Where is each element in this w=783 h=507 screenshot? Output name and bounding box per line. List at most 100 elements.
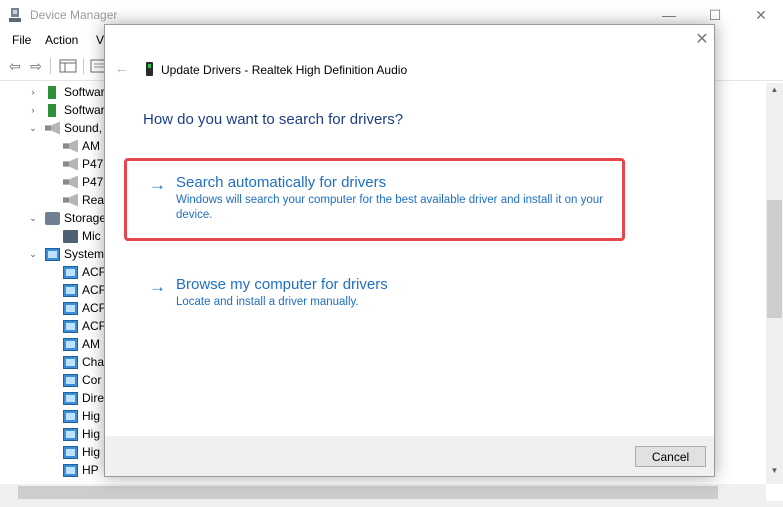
- dialog-heading: How do you want to search for drivers?: [143, 111, 404, 128]
- tree-item-label: Hig: [82, 409, 101, 423]
- arrow-right-icon: →: [149, 175, 166, 194]
- tree-item[interactable]: P47: [63, 173, 103, 191]
- tree-item-label: ACF: [82, 319, 106, 333]
- menu-file[interactable]: File: [12, 33, 31, 47]
- system-device-icon: [63, 373, 78, 387]
- dialog-footer: [105, 436, 714, 476]
- collapse-chevron-icon[interactable]: ⌄: [28, 213, 38, 224]
- forward-arrow-icon[interactable]: ⇨: [27, 58, 45, 74]
- software-component-icon: [48, 85, 56, 99]
- software-device-icon: [48, 103, 56, 117]
- tree-item[interactable]: P47: [63, 155, 103, 173]
- system-devices-icon: [45, 247, 60, 261]
- toolbar-separator: [50, 58, 51, 74]
- expand-chevron-icon[interactable]: ›: [28, 87, 38, 97]
- tree-item[interactable]: Hig: [63, 443, 100, 461]
- tree-item[interactable]: Hig: [63, 407, 100, 425]
- option-title: Search automatically for drivers: [176, 174, 387, 191]
- tree-item-label: P47: [82, 175, 104, 189]
- system-device-icon: [63, 319, 78, 333]
- speaker-icon: [45, 121, 60, 135]
- device-tree: › Softwar › Softwar ⌄ Sound, AM P47 P47 Rea ⌄ Stor…: [0, 83, 110, 483]
- tree-item-label: Sound,: [64, 121, 103, 135]
- tree-item-label: Dire: [82, 391, 105, 405]
- tree-item[interactable]: AM: [63, 335, 100, 353]
- tree-item-label: Storage: [64, 211, 107, 225]
- tree-item-label: Rea: [82, 193, 105, 207]
- tree-item[interactable]: ACF: [63, 281, 106, 299]
- tree-item[interactable]: ACF: [63, 263, 106, 281]
- tree-item-label: ACF: [82, 283, 106, 297]
- option-description: Windows will search your computer for th…: [176, 194, 603, 221]
- option-title: Browse my computer for drivers: [176, 276, 388, 293]
- tree-item-label: Cor: [82, 373, 102, 387]
- tree-item-label: P47: [82, 157, 104, 171]
- speaker-icon: [63, 175, 78, 189]
- system-device-icon: [63, 301, 78, 315]
- tree-item[interactable]: Hig: [63, 425, 100, 443]
- properties-icon[interactable]: [59, 58, 77, 74]
- menu-view[interactable]: V: [96, 33, 104, 47]
- search-automatically-option[interactable]: → Search automatically for drivers Windo…: [139, 173, 619, 241]
- browse-computer-option[interactable]: → Browse my computer for drivers Locate …: [139, 275, 619, 315]
- tree-item[interactable]: ⌄ Storage: [28, 209, 106, 227]
- system-device-icon: [63, 355, 78, 369]
- speaker-icon: [63, 193, 78, 207]
- storage-icon: [45, 211, 60, 225]
- system-device-icon: [63, 391, 78, 405]
- tree-item-label: ACF: [82, 301, 106, 315]
- close-window-button[interactable]: ✕: [738, 0, 783, 30]
- collapse-chevron-icon[interactable]: ⌄: [28, 123, 38, 134]
- back-arrow-icon[interactable]: ←: [113, 60, 131, 78]
- status-bar: [0, 501, 783, 507]
- tree-item-label: Mic: [82, 229, 101, 243]
- system-device-icon: [63, 337, 78, 351]
- tree-item[interactable]: ACF: [63, 317, 106, 335]
- tree-item-label: AM: [82, 337, 100, 351]
- back-arrow-icon[interactable]: ⇦: [6, 58, 24, 74]
- tree-item-label: Hig: [82, 427, 101, 441]
- tree-item[interactable]: ⌄ System: [28, 245, 104, 263]
- tree-item-label: Softwar: [64, 103, 105, 117]
- arrow-right-icon: →: [149, 277, 166, 296]
- system-device-icon: [63, 409, 78, 423]
- speaker-icon: [63, 139, 78, 153]
- tree-item[interactable]: Mic: [63, 227, 101, 245]
- cancel-button[interactable]: Cancel: [635, 446, 706, 467]
- tree-item[interactable]: ⌄ Sound,: [28, 119, 102, 137]
- tree-item[interactable]: › Softwar: [28, 101, 105, 119]
- storage-controller-icon: [63, 229, 78, 243]
- tree-item-label: Hig: [82, 445, 101, 459]
- system-device-icon: [63, 445, 78, 459]
- menu-action[interactable]: Action: [45, 33, 78, 47]
- tree-item-label: HP: [82, 463, 99, 477]
- vertical-scrollbar-thumb[interactable]: [767, 200, 782, 318]
- tree-item-label: Softwar: [64, 85, 105, 99]
- audio-device-icon: [146, 62, 153, 76]
- dialog-close-icon[interactable]: ✕: [692, 30, 712, 50]
- tree-item[interactable]: Cha: [63, 353, 104, 371]
- system-device-icon: [63, 463, 78, 477]
- expand-chevron-icon[interactable]: ›: [28, 105, 38, 115]
- window-title: Device Manager: [30, 8, 118, 22]
- tree-item-label: ACF: [82, 265, 106, 279]
- tree-item[interactable]: HP: [63, 461, 99, 479]
- toolbar-separator: [83, 58, 84, 74]
- tree-item[interactable]: AM: [63, 137, 100, 155]
- tree-item[interactable]: Dire: [63, 389, 104, 407]
- scroll-down-arrow-icon[interactable]: ▼: [766, 466, 783, 480]
- device-manager-icon: [9, 8, 21, 22]
- update-drivers-dialog: ✕ ← Update Drivers - Realtek High Defini…: [104, 24, 715, 477]
- scroll-up-arrow-icon[interactable]: ▲: [766, 85, 783, 99]
- tree-item[interactable]: Rea: [63, 191, 104, 209]
- speaker-icon: [63, 157, 78, 171]
- system-device-icon: [63, 265, 78, 279]
- system-device-icon: [63, 427, 78, 441]
- horizontal-scrollbar-thumb[interactable]: [18, 486, 718, 499]
- tree-item-label: System: [64, 247, 105, 261]
- tree-item[interactable]: › Softwar: [28, 83, 105, 101]
- collapse-chevron-icon[interactable]: ⌄: [28, 249, 38, 260]
- tree-item-label: AM: [82, 139, 100, 153]
- tree-item[interactable]: Cor: [63, 371, 101, 389]
- tree-item[interactable]: ACF: [63, 299, 106, 317]
